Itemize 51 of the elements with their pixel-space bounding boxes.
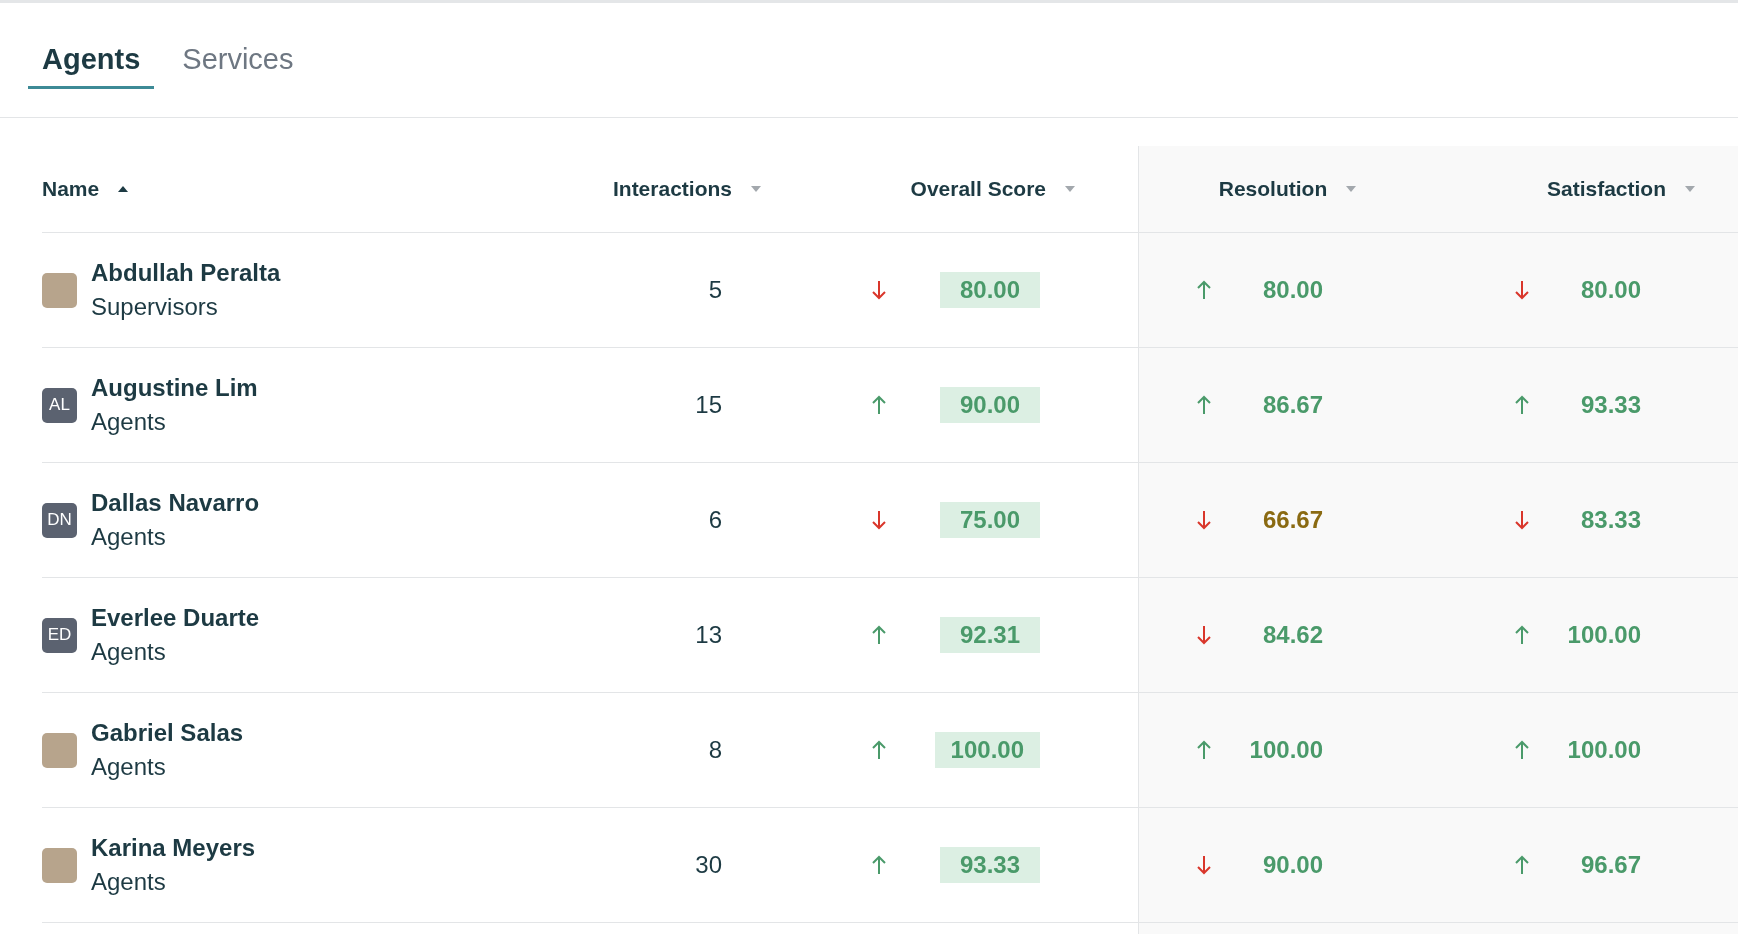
sort-up-icon[interactable] [117, 185, 130, 193]
score-badge: 100.00 [934, 732, 1040, 768]
score-value: 84.62 [1262, 621, 1323, 649]
agent-name[interactable]: Karina Meyers [91, 834, 256, 862]
score-value: 90.00 [1262, 851, 1323, 879]
score-value: 66.67 [1262, 506, 1323, 534]
agent-name[interactable]: Gabriel Salas [91, 719, 244, 747]
agent-group: Agents [91, 638, 260, 666]
column-header[interactable]: Overall Score [910, 177, 1046, 201]
column-header[interactable]: Name [42, 177, 100, 201]
agent-name[interactable]: Everlee Duarte [91, 604, 260, 632]
tab[interactable]: Agents [28, 43, 155, 89]
score-badge: 90.00 [940, 387, 1040, 423]
sort-down-icon[interactable] [1684, 185, 1696, 193]
agent-group: Agents [91, 753, 244, 781]
avatar-initials: ED [42, 617, 77, 653]
sort-down-icon[interactable] [1345, 185, 1358, 193]
column-header[interactable]: Satisfaction [1546, 177, 1666, 201]
score-badge: 93.33 [940, 847, 1040, 883]
interaction-count: 30 [694, 851, 723, 879]
score-value: 83.33 [1580, 506, 1641, 534]
score-value: 100.00 [1567, 736, 1641, 764]
score-badge: 92.31 [940, 617, 1040, 653]
avatar-initials: DN [42, 502, 77, 538]
tab[interactable]: Services [168, 43, 308, 89]
score-value: 96.67 [1580, 851, 1641, 879]
score-value: 80.00 [1580, 276, 1641, 304]
score-value: 86.67 [1262, 391, 1323, 419]
agent-name[interactable]: Abdullah Peralta [91, 259, 281, 287]
score-value: 80.00 [1262, 276, 1323, 304]
score-value: 93.33 [1580, 391, 1641, 419]
agent-group: Agents [91, 523, 260, 551]
avatar-initials: AL [42, 387, 77, 423]
agent-name[interactable]: Augustine Lim [91, 374, 258, 402]
score-value: 100.00 [1249, 736, 1323, 764]
interaction-count: 13 [694, 621, 723, 649]
agent-name[interactable]: Dallas Navarro [91, 489, 260, 517]
agent-group: Agents [91, 408, 258, 436]
column-header[interactable]: Interactions [612, 177, 732, 201]
sort-down-icon[interactable] [750, 185, 762, 193]
interaction-count: 5 [707, 276, 723, 304]
interaction-count: 15 [694, 391, 723, 419]
sort-down-icon[interactable] [1064, 185, 1076, 193]
score-badge: 75.00 [940, 502, 1040, 538]
interaction-count: 6 [707, 506, 723, 534]
column-header[interactable]: Resolution [1218, 177, 1328, 201]
interaction-count: 8 [707, 736, 723, 764]
agent-group: Supervisors [91, 293, 281, 321]
score-badge: 80.00 [940, 272, 1040, 308]
agent-group: Agents [91, 868, 256, 896]
score-value: 100.00 [1567, 621, 1641, 649]
